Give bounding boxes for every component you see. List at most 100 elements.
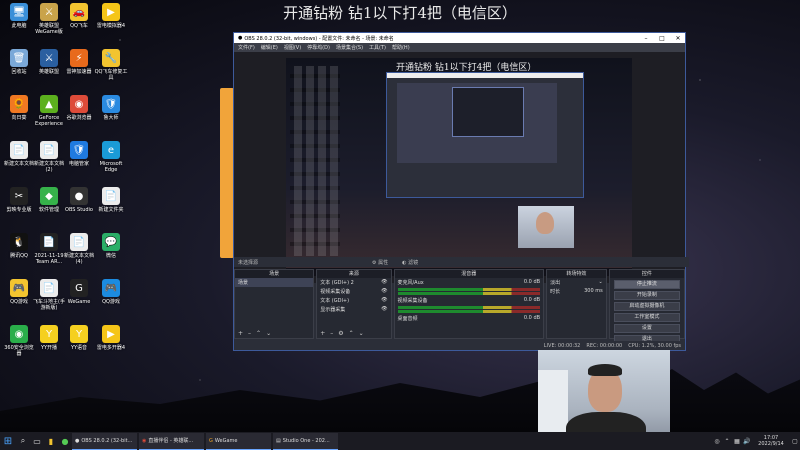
- source-item[interactable]: 视频采集设备 👁: [317, 287, 390, 296]
- up-icon[interactable]: ⌃: [349, 330, 354, 337]
- menu-help[interactable]: 帮助(H): [392, 44, 410, 51]
- desktop-icon[interactable]: ⚔ 英雄联盟WeGame版: [32, 3, 66, 35]
- desktop-icon[interactable]: ▶ 雷电多开器4: [94, 325, 128, 351]
- remove-icon[interactable]: –: [248, 330, 251, 337]
- desktop-icon[interactable]: G WeGame: [62, 279, 96, 305]
- filter-button[interactable]: ⚙ 属性: [372, 259, 388, 266]
- desktop-icon[interactable]: Y YY开播: [32, 325, 66, 351]
- transition-select[interactable]: 淡出 ⌄: [547, 278, 606, 287]
- studio-mode-button[interactable]: 工作室模式: [613, 313, 680, 322]
- duration-field[interactable]: 时长 300 ms: [547, 287, 606, 296]
- minimize-icon[interactable]: –: [639, 35, 653, 42]
- desktop-icon[interactable]: 🎮 QQ游戏: [2, 279, 36, 305]
- desktop-icon[interactable]: ⚔ 英雄联盟: [32, 49, 66, 75]
- gear-icon[interactable]: ⚙: [338, 330, 343, 337]
- desktop-icon-label: 向日葵: [11, 115, 27, 121]
- desktop-icon[interactable]: e Microsoft Edge: [94, 141, 128, 173]
- desktop-icon[interactable]: 🎮 QQ游戏: [94, 279, 128, 305]
- down-icon[interactable]: ⌄: [266, 330, 271, 337]
- desktop-icon[interactable]: ◉ 360安全浏览器: [2, 325, 36, 357]
- desktop-icon[interactable]: 📄 新建文件夹: [94, 187, 128, 213]
- menu-file[interactable]: 文件(F): [238, 44, 255, 51]
- down-icon[interactable]: ⌄: [359, 330, 364, 337]
- up-icon[interactable]: ⌃: [256, 330, 261, 337]
- notification-icon[interactable]: ◎: [712, 438, 722, 445]
- desktop-icon[interactable]: 🔧 QQ飞车修复工具: [94, 49, 128, 81]
- desktop-icon-label: 回收站: [11, 69, 27, 75]
- explorer-icon[interactable]: ▮: [44, 437, 58, 446]
- desktop-icon[interactable]: 🌻 向日葵: [2, 95, 36, 121]
- desktop-icon[interactable]: 🛡 鲁大师: [94, 95, 128, 121]
- desktop-icon[interactable]: 🖥 此电脑: [2, 3, 36, 29]
- virtual-camera-button[interactable]: 启动虚拟摄像机: [613, 302, 680, 311]
- volume-icon[interactable]: 🔊: [742, 438, 752, 445]
- desktop-icon[interactable]: 🐧 腾讯QQ: [2, 233, 36, 259]
- obs-preview[interactable]: 开通钻粉 钻1以下打4把（电信区）: [234, 52, 685, 283]
- desktop-icon[interactable]: 📄 2021-11-19 Team AR...: [32, 233, 66, 265]
- obs-icon: ●: [75, 437, 80, 444]
- source-item[interactable]: 文本 (GDI+) 2 👁: [317, 278, 390, 287]
- volume-meter: [397, 310, 541, 313]
- task-view-icon[interactable]: ▭: [30, 437, 44, 446]
- app-icon: ⚔: [40, 49, 58, 67]
- menu-edit[interactable]: 编辑(E): [261, 44, 278, 51]
- taskbar-app-wegame[interactable]: G WeGame: [206, 432, 271, 450]
- desktop-icon[interactable]: 📄 新建文本文档: [2, 141, 36, 167]
- obs-titlebar[interactable]: ● OBS 28.0.2 (32-bit, windows) - 配置文件: 未…: [234, 33, 685, 43]
- sources-footer: + – ⚙ ⌃ ⌄: [317, 329, 390, 338]
- add-icon[interactable]: +: [320, 330, 325, 337]
- desktop-icon-label: QQ游戏: [10, 299, 28, 305]
- scene-item[interactable]: 场景: [235, 278, 314, 287]
- desktop-icon[interactable]: ● OBS Studio: [62, 187, 96, 213]
- desktop-icon[interactable]: 📄 飞车斗地主(手游新版): [32, 279, 66, 311]
- desktop-icon-label: 新建文本文档(2): [33, 161, 64, 173]
- taskbar-app-obs[interactable]: ● OBS 28.0.2 (32-bit...: [72, 432, 137, 450]
- source-item[interactable]: 显示器采集 👁: [317, 305, 390, 314]
- desktop-icon[interactable]: 🗑 回收站: [2, 49, 36, 75]
- close-icon[interactable]: ✕: [671, 35, 685, 42]
- app-icon: 📄: [102, 187, 120, 205]
- menu-view[interactable]: 视图(V): [284, 44, 301, 51]
- controls-dock: 控件 停止推流 开始录制 启动虚拟摄像机 工作室模式 设置 退出: [608, 269, 685, 344]
- maximize-icon[interactable]: □: [655, 35, 669, 42]
- desktop-icon[interactable]: ⚡ 雷神加速器: [62, 49, 96, 75]
- desktop-icon[interactable]: 🛡 电脑管家: [62, 141, 96, 167]
- desktop-icon[interactable]: ✂ 剪映专业版: [2, 187, 36, 213]
- mixer-header: 混音器: [394, 270, 544, 278]
- obs-window[interactable]: ● OBS 28.0.2 (32-bit, windows) - 配置文件: 未…: [233, 32, 689, 351]
- stop-streaming-button[interactable]: 停止推流: [613, 280, 680, 289]
- desktop-icon-label: 雷神加速器: [66, 69, 92, 75]
- menu-scene-collection[interactable]: 场景集合(S): [336, 44, 363, 51]
- attr-button[interactable]: ◐ 滤镜: [402, 259, 418, 266]
- desktop-icon[interactable]: 💬 微信: [94, 233, 128, 259]
- action-center-icon[interactable]: ▢: [790, 438, 800, 445]
- taskbar-app-browser[interactable]: ◉ 直播伴侣 - 英雄联...: [139, 432, 204, 450]
- chevron-up-icon[interactable]: ⌃: [722, 438, 732, 445]
- taskbar-clock[interactable]: 17:07 2022/9/14: [752, 435, 790, 447]
- desktop-icon[interactable]: 🚗 QQ飞车: [62, 3, 96, 29]
- desktop-icon[interactable]: ◆ 软件管理: [32, 187, 66, 213]
- search-icon[interactable]: ⌕: [16, 436, 30, 446]
- app-icon[interactable]: ●: [58, 437, 72, 446]
- desktop-icon[interactable]: ◉ 谷歌浏览器: [62, 95, 96, 121]
- desktop-icon-label: QQ游戏: [102, 299, 120, 305]
- start-recording-button[interactable]: 开始录制: [613, 291, 680, 300]
- desktop-icon[interactable]: ▶ 雷电模拟器4: [94, 3, 128, 29]
- mixer-channel: 桌面音频 0.0 dB: [397, 315, 541, 322]
- menu-tools[interactable]: 工具(T): [369, 44, 386, 51]
- add-icon[interactable]: +: [238, 330, 243, 337]
- settings-button[interactable]: 设置: [613, 324, 680, 333]
- remove-icon[interactable]: –: [330, 330, 333, 337]
- desktop-icon-label: Microsoft Edge: [99, 161, 123, 173]
- taskbar-app-studio-one[interactable]: ▤ Studio One - 202...: [273, 432, 338, 450]
- cpu-fps: CPU: 1.2%, 30.00 fps: [628, 342, 681, 349]
- menu-docks[interactable]: 停靠坞(D): [307, 44, 330, 51]
- desktop-icon[interactable]: Y YY语音: [62, 325, 96, 351]
- start-icon[interactable]: ⊞: [0, 436, 16, 447]
- desktop-icon[interactable]: ▲ GeForce Experience: [32, 95, 66, 127]
- desktop-icon[interactable]: 📄 新建文本文档(2): [32, 141, 66, 173]
- desktop-icon[interactable]: 📄 新建文本文档(4): [62, 233, 96, 265]
- app-icon: ●: [70, 187, 88, 205]
- source-item[interactable]: 文本 (GDI+) 👁: [317, 296, 390, 305]
- network-icon[interactable]: ▦: [732, 438, 742, 445]
